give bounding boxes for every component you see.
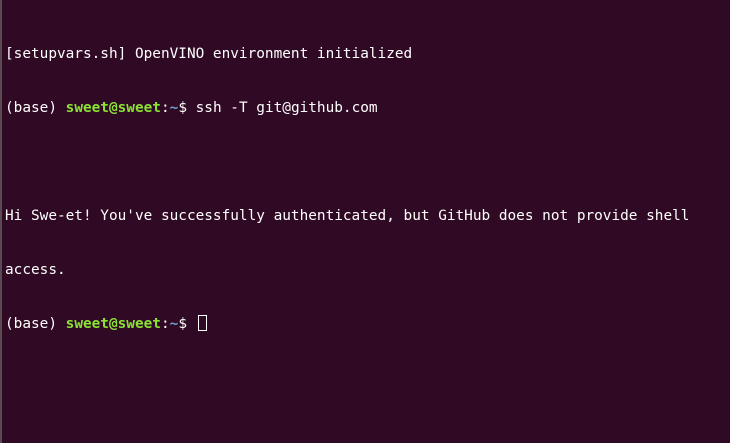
scrollbar[interactable]	[724, 0, 730, 443]
command-text: ssh -T git@github.com	[195, 100, 378, 116]
terminal-output[interactable]: [setupvars.sh] OpenVINO environment init…	[5, 9, 718, 369]
prompt-user-host: sweet@sweet	[65, 100, 161, 116]
prompt-symbol: $	[178, 100, 196, 116]
output-line: [setupvars.sh] OpenVINO environment init…	[5, 46, 413, 62]
prompt-path: ~	[169, 100, 179, 116]
conda-env: (base)	[5, 100, 66, 116]
prompt-path: ~	[169, 316, 179, 332]
output-line: Hi Swe-et! You've successfully authentic…	[5, 208, 690, 224]
current-prompt-line[interactable]: (base) sweet@sweet:~$	[5, 315, 718, 333]
text-cursor[interactable]	[197, 315, 207, 331]
prompt-user-host: sweet@sweet	[65, 316, 161, 332]
terminal-window[interactable]: [setupvars.sh] OpenVINO environment init…	[0, 0, 730, 443]
prompt-separator: :	[160, 100, 170, 116]
prompt-symbol: $	[178, 316, 196, 332]
output-line: access.	[5, 262, 66, 278]
command-line: (base) sweet@sweet:~$ ssh -T git@github.…	[5, 99, 718, 117]
prompt-separator: :	[160, 316, 170, 332]
conda-env: (base)	[5, 316, 66, 332]
